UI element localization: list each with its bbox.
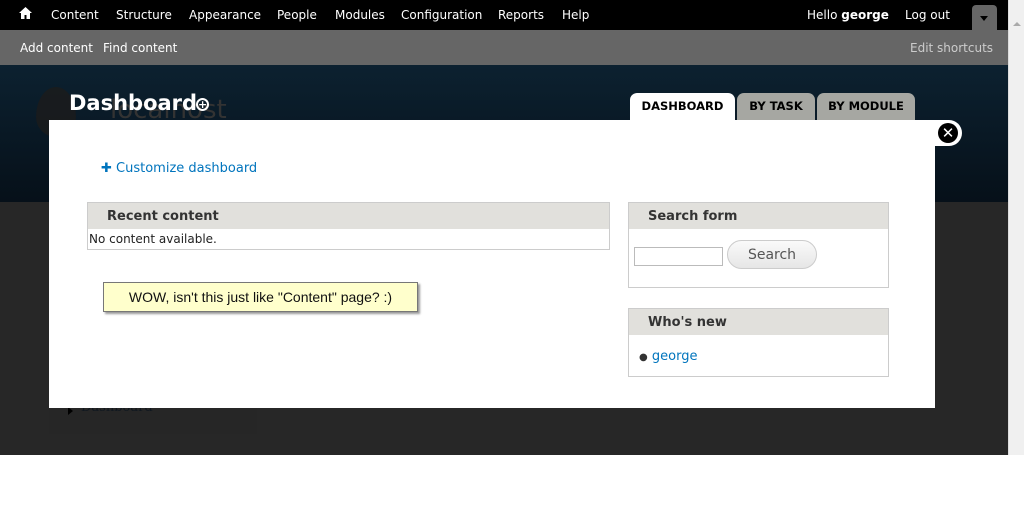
add-shortcut-icon[interactable]: + <box>196 98 209 111</box>
page-title: Dashboard <box>69 91 198 115</box>
bullet-icon: ● <box>639 352 648 363</box>
overlay-dialog: ✚ Customize dashboard Recent content No … <box>49 120 935 408</box>
menu-people[interactable]: People <box>277 8 317 22</box>
search-input[interactable] <box>634 247 723 266</box>
search-button[interactable]: Search <box>727 240 817 269</box>
no-content-text: No content available. <box>89 232 217 246</box>
shortcut-find-content[interactable]: Find content <box>103 41 177 55</box>
close-icon[interactable]: ✕ <box>938 123 958 143</box>
whos-new-block: Who's new ● george <box>628 308 889 377</box>
logout-link[interactable]: Log out <box>905 8 950 22</box>
home-icon[interactable] <box>19 7 32 22</box>
triangle-right-icon <box>68 407 73 415</box>
toggle-shortcuts-button[interactable] <box>972 5 997 30</box>
shortcuts-bar: Add content Find content Edit shortcuts <box>0 30 1008 65</box>
menu-reports[interactable]: Reports <box>498 8 544 22</box>
customize-dashboard-link[interactable]: ✚ Customize dashboard <box>101 161 257 176</box>
search-form-title: Search form <box>629 203 888 229</box>
user-link-george[interactable]: george <box>652 349 698 364</box>
user-list-item: ● george <box>629 335 888 364</box>
shortcut-add-content[interactable]: Add content <box>20 41 93 55</box>
username-link[interactable]: george <box>841 8 889 22</box>
recent-content-block: Recent content No content available. <box>87 202 610 250</box>
scrollbar[interactable] <box>1008 0 1024 455</box>
plus-icon: ✚ <box>101 161 112 176</box>
menu-help[interactable]: Help <box>562 8 589 22</box>
chevron-down-icon <box>980 16 988 21</box>
admin-toolbar: Content Structure Appearance People Modu… <box>0 0 1008 30</box>
search-form-block: Search form Search <box>628 202 889 288</box>
edit-shortcuts-link[interactable]: Edit shortcuts <box>910 41 993 55</box>
menu-modules[interactable]: Modules <box>335 8 385 22</box>
whos-new-title: Who's new <box>629 309 888 335</box>
greeting: Hello george <box>807 8 889 22</box>
recent-content-title: Recent content <box>88 203 609 229</box>
customize-dashboard-label[interactable]: Customize dashboard <box>116 161 257 176</box>
menu-appearance[interactable]: Appearance <box>189 8 261 22</box>
scroll-up-icon[interactable] <box>1013 22 1021 26</box>
menu-structure[interactable]: Structure <box>116 8 172 22</box>
tab-dashboard[interactable]: DASHBOARD <box>630 93 735 120</box>
tab-by-task[interactable]: BY TASK <box>737 93 815 120</box>
annotation-note: WOW, isn't this just like "Content" page… <box>103 282 418 312</box>
menu-configuration[interactable]: Configuration <box>401 8 482 22</box>
tab-by-module[interactable]: BY MODULE <box>817 93 915 120</box>
hello-label: Hello <box>807 8 838 22</box>
menu-content[interactable]: Content <box>51 8 99 22</box>
close-button[interactable]: ✕ <box>934 120 962 146</box>
